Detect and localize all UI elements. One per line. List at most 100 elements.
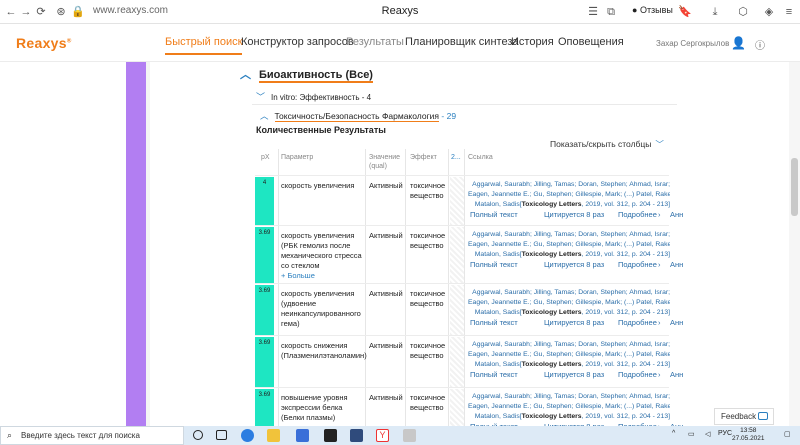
language-indicator[interactable]: РУС — [718, 430, 732, 437]
vpn-icon[interactable]: ⊛ — [54, 5, 68, 19]
toxicity-toggle[interactable]: ︿ Токсичность/Безопасность Фармакология -… — [260, 110, 456, 122]
details-link[interactable]: Подробнее — [618, 370, 657, 379]
cited-link[interactable]: Цитируется 8 раз — [544, 260, 604, 269]
extension-icon[interactable]: ⬡ — [736, 5, 750, 19]
annotation-link[interactable]: Анн — [670, 210, 683, 219]
annotation-link[interactable]: Анн — [670, 318, 683, 327]
more-link[interactable]: + Больше — [281, 271, 363, 281]
nav-quick-search[interactable]: Быстрый поиск — [165, 36, 243, 55]
show-hide-columns[interactable]: Показать/скрыть столбцы ﹀ — [550, 138, 664, 150]
nav-synthesis-planner[interactable]: Планировщик синтеза — [405, 36, 518, 48]
details-link[interactable]: Подробнее — [618, 260, 657, 269]
chevron-right-icon: › — [658, 370, 661, 379]
taskbar-search[interactable]: ⌕ Введите здесь текст для поиска — [0, 426, 184, 445]
invitro-toggle[interactable]: ﹀ In vitro: Эффективность - 4 — [256, 90, 371, 103]
col-ref[interactable]: Ссылка — [468, 153, 493, 162]
notifications-icon[interactable]: ▢ — [784, 430, 791, 438]
reference-cell[interactable]: Aggarwal, Saurabh; Jilling, Tamas; Doran… — [468, 230, 670, 260]
value-cell: Активный — [369, 231, 403, 240]
user-icon[interactable]: 👤 — [731, 36, 746, 50]
cortana-icon[interactable] — [193, 430, 203, 440]
px-value: 3.69 — [255, 337, 274, 387]
chevron-right-icon: › — [658, 210, 661, 219]
col-effect[interactable]: Эффект — [410, 153, 437, 162]
edge-icon[interactable] — [241, 429, 254, 442]
taskbar: ⌕ Введите здесь текст для поиска Y ^ ▭ ◁ … — [0, 426, 800, 445]
value-cell: Активный — [369, 393, 403, 402]
effect-cell: токсичное вещество — [410, 341, 446, 360]
col-param[interactable]: Параметр — [281, 153, 313, 162]
full-text-link[interactable]: Полный текст — [470, 210, 518, 219]
px-value: 4 — [255, 177, 274, 225]
reference-cell[interactable]: Aggarwal, Saurabh; Jilling, Tamas; Doran… — [468, 392, 670, 422]
menu-icon[interactable]: ≡ — [782, 5, 796, 19]
sidebar-edge — [146, 62, 150, 426]
bookmark-icon[interactable]: 🔖 — [678, 5, 692, 19]
shield-icon[interactable]: ◈ — [762, 5, 776, 19]
sidebar-color-bar — [126, 62, 146, 426]
feedback-button[interactable]: Feedback — [714, 408, 774, 425]
nav-alerts[interactable]: Оповещения — [558, 36, 624, 48]
store-icon[interactable] — [296, 429, 309, 442]
nav-history[interactable]: История — [511, 36, 554, 48]
bioactivity-toggle[interactable]: ︿ Биоактивность (Все) — [240, 66, 373, 83]
help-icon[interactable]: ⓘ — [755, 37, 765, 52]
col-px[interactable]: pX — [261, 153, 270, 162]
effect-cell: токсичное вещество — [410, 289, 446, 308]
table-row: 3.69 скорость снижения (Плазменилэтанолам… — [255, 335, 683, 387]
network-icon[interactable]: ▭ — [688, 430, 695, 438]
cited-link[interactable]: Цитируется 8 раз — [544, 210, 604, 219]
nav-results[interactable]: Результаты — [346, 36, 404, 48]
back-icon[interactable]: ← — [4, 5, 18, 19]
clock[interactable]: 13:58 27.05.2021 — [732, 427, 765, 443]
volume-icon[interactable]: ◁ — [705, 430, 710, 438]
cited-link[interactable]: Цитируется 8 раз — [544, 370, 604, 379]
chevron-down-icon: ﹀ — [655, 139, 664, 149]
download-icon[interactable]: ⤓ — [708, 5, 722, 19]
task-view-icon[interactable] — [216, 430, 227, 440]
reviews-button[interactable]: ● Отзывы — [632, 5, 673, 15]
tab-icon[interactable]: ⧉ — [604, 5, 618, 19]
scrollbar-thumb[interactable] — [791, 158, 798, 216]
reader-icon[interactable]: ☰ — [586, 5, 600, 19]
mail-icon[interactable] — [350, 429, 363, 442]
chevron-down-icon: ﹀ — [256, 92, 266, 102]
chevron-right-icon: › — [658, 260, 661, 269]
app-icon[interactable] — [403, 429, 416, 442]
full-text-link[interactable]: Полный текст — [470, 260, 518, 269]
scrollbar[interactable] — [789, 62, 800, 426]
details-link[interactable]: Подробнее — [618, 318, 657, 327]
full-text-link[interactable]: Полный текст — [470, 370, 518, 379]
chat-icon — [758, 412, 768, 420]
table-row: 3.69 скорость увеличения (удвоение неинка… — [255, 283, 683, 335]
tray-arrow-icon[interactable]: ^ — [672, 430, 675, 437]
full-text-link[interactable]: Полный текст — [470, 318, 518, 327]
yandex-icon[interactable]: Y — [376, 429, 389, 442]
col-2[interactable]: 2... — [451, 153, 461, 162]
annotation-link[interactable]: Анн — [670, 370, 683, 379]
details-link[interactable]: Подробнее — [618, 210, 657, 219]
annotation-link[interactable]: Анн — [670, 260, 683, 269]
parameter-cell: скорость увеличения (удвоение неинкапсул… — [281, 289, 361, 328]
col-value[interactable]: Значение (qual) — [369, 153, 400, 171]
lock-icon: 🔒 — [71, 6, 85, 18]
forward-icon[interactable]: → — [19, 5, 33, 19]
px-value: 3.69 — [255, 227, 274, 283]
user-name[interactable]: Захар Сергокрылов — [656, 39, 729, 48]
value-cell: Активный — [369, 289, 403, 298]
search-icon: ⌕ — [7, 430, 13, 440]
notion-icon[interactable] — [324, 429, 337, 442]
effect-cell: токсичное вещество — [410, 393, 446, 412]
table-row: 3.69 скорость увеличения (РБК гемолиз пос… — [255, 225, 683, 283]
reaxys-logo[interactable]: Reaxys® — [16, 35, 72, 51]
explorer-icon[interactable] — [267, 429, 280, 442]
nav-query-builder[interactable]: Конструктор запросов — [241, 36, 354, 48]
reload-icon[interactable]: ⟳ — [34, 5, 48, 19]
address-bar[interactable]: www.reaxys.com — [93, 5, 168, 16]
cited-link[interactable]: Цитируется 8 раз — [544, 318, 604, 327]
reference-cell[interactable]: Aggarwal, Saurabh; Jilling, Tamas; Doran… — [468, 180, 670, 210]
reference-cell[interactable]: Aggarwal, Saurabh; Jilling, Tamas; Doran… — [468, 340, 670, 370]
chevron-up-icon: ︿ — [240, 69, 251, 81]
reference-cell[interactable]: Aggarwal, Saurabh; Jilling, Tamas; Doran… — [468, 288, 670, 318]
quantitative-results-title: Количественные Результаты — [256, 125, 386, 135]
